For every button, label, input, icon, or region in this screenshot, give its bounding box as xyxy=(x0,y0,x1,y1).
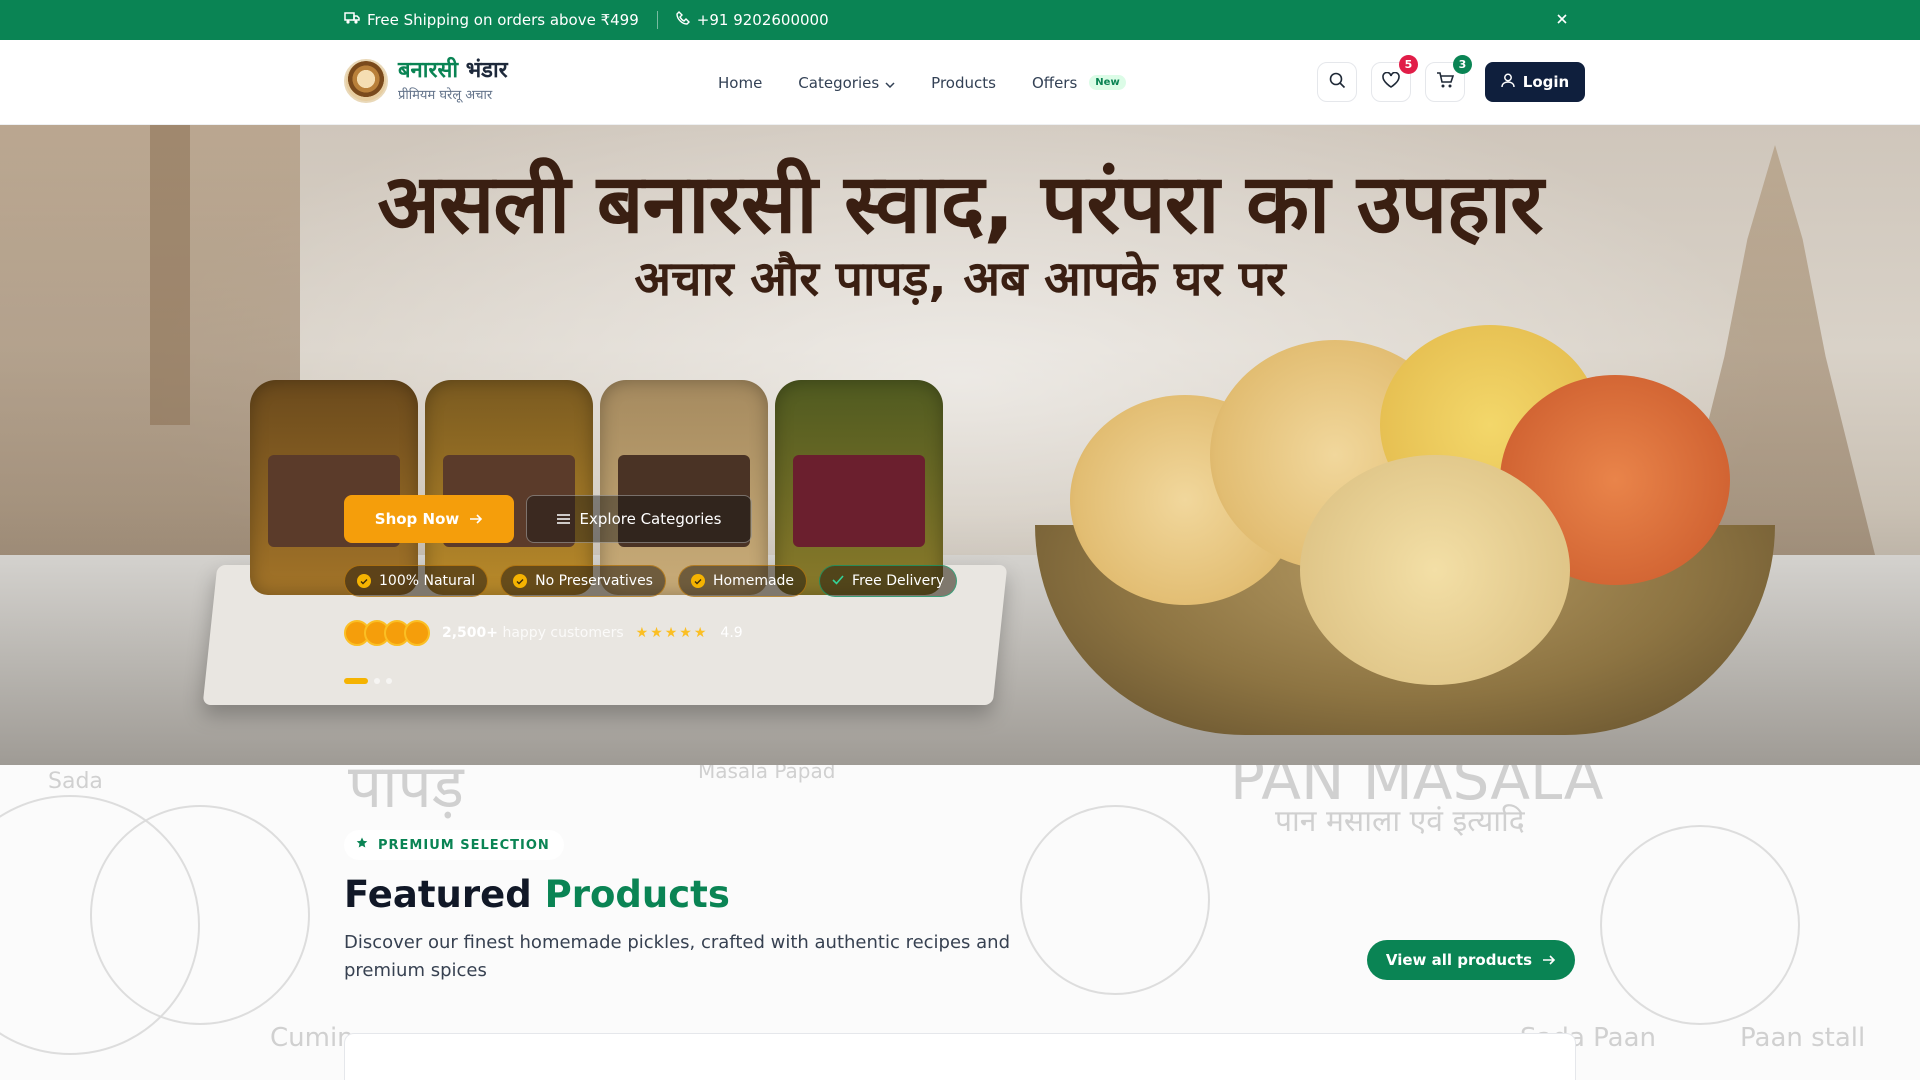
nav-products[interactable]: Products xyxy=(931,74,996,92)
section-eyebrow: PREMIUM SELECTION xyxy=(344,830,564,860)
user-icon xyxy=(1501,73,1515,92)
pickle-jar-image xyxy=(425,380,593,595)
nav-offers[interactable]: Offers New xyxy=(1032,74,1126,92)
divider xyxy=(656,11,658,29)
product-card[interactable] xyxy=(344,1033,1576,1080)
new-badge: New xyxy=(1089,75,1126,90)
hero-banner: असली बनारसी स्वाद, परंपरा का उपहार अचार … xyxy=(0,125,1920,765)
brand-logo-link[interactable]: बनारसी भंडार प्रीमियम घरेलू अचार xyxy=(344,58,508,103)
background-text: पापड़ xyxy=(348,765,464,822)
feature-badge: Free Delivery xyxy=(819,565,958,597)
pickle-jar-image xyxy=(775,380,943,595)
cart-count-badge: 3 xyxy=(1453,55,1472,74)
wishlist-count-badge: 5 xyxy=(1399,55,1418,74)
check-circle-icon xyxy=(513,574,528,588)
section-title: Featured Products xyxy=(344,873,730,916)
carousel-dot[interactable] xyxy=(344,678,368,684)
carousel-dots xyxy=(344,678,392,684)
main-nav: Home Categories Products Offers New xyxy=(718,40,1126,125)
login-button[interactable]: Login xyxy=(1485,62,1585,102)
featured-products-section: Sada पापड़ Masala Papad PAN MASALA पान म… xyxy=(0,765,1920,1080)
arrow-right-icon xyxy=(1542,951,1556,969)
feature-badges: 100% Natural No Preservatives Homemade F… xyxy=(344,565,958,597)
shop-now-button[interactable]: Shop Now xyxy=(344,495,514,543)
feature-badge: Homemade xyxy=(677,565,808,597)
phone-number: +91 9202600000 xyxy=(696,11,829,29)
rating-value: 4.9 xyxy=(720,625,743,641)
background-text: पान मसाला एवं इत्यादि xyxy=(1275,804,1525,839)
hero-cta-group: Shop Now Explore Categories xyxy=(344,495,752,543)
view-all-products-button[interactable]: View all products xyxy=(1367,940,1575,980)
customer-avatars xyxy=(344,620,430,646)
site-header: बनारसी भंडार प्रीमियम घरेलू अचार Home Ca… xyxy=(0,40,1920,125)
phone-icon xyxy=(676,11,690,29)
background-text: Masala Papad xyxy=(698,765,836,783)
pickle-jar-image xyxy=(250,380,418,595)
section-description: Discover our finest homemade pickles, cr… xyxy=(344,932,1011,981)
brand-name: बनारसी भंडार xyxy=(398,57,508,83)
star-icon xyxy=(356,837,368,853)
chevron-down-icon xyxy=(885,74,895,92)
check-icon xyxy=(832,573,844,589)
feature-badge: 100% Natural xyxy=(344,565,489,597)
nav-home[interactable]: Home xyxy=(718,74,762,92)
cart-icon xyxy=(1436,71,1455,93)
phone-info[interactable]: +91 9202600000 xyxy=(676,11,829,29)
brand-tagline: प्रीमियम घरेलू अचार xyxy=(398,88,493,103)
papad-image xyxy=(1300,455,1570,685)
announcement-bar: Free Shipping on orders above ₹499 +91 9… xyxy=(0,0,1920,40)
menu-icon xyxy=(556,510,570,528)
shipping-text: Free Shipping on orders above ₹499 xyxy=(367,11,639,29)
wishlist-button[interactable]: 5 xyxy=(1371,55,1418,102)
check-circle-icon xyxy=(690,574,705,588)
rating-stars: ★★★★★ xyxy=(635,625,709,641)
cart-button[interactable]: 3 xyxy=(1425,55,1472,102)
close-announcement-button[interactable] xyxy=(1552,10,1572,30)
hero-subheadline: अचार और पापड़, अब आपके घर पर xyxy=(634,251,1286,307)
search-button[interactable] xyxy=(1317,62,1357,102)
close-icon xyxy=(1556,11,1568,29)
explore-categories-button[interactable]: Explore Categories xyxy=(526,495,752,543)
pickle-jar-image xyxy=(600,380,768,595)
truck-icon xyxy=(344,11,360,29)
customers-count-text: 2,500+ happy customers xyxy=(442,625,624,641)
hero-headline: असली बनारसी स्वाद, परंपरा का उपहार xyxy=(377,157,1543,252)
header-actions: 5 3 Login xyxy=(1317,55,1585,102)
brand-logo xyxy=(344,58,388,103)
carousel-dot[interactable] xyxy=(374,678,380,684)
background-text: Cumin xyxy=(270,1023,354,1053)
check-circle-icon xyxy=(357,574,371,588)
feature-badge: No Preservatives xyxy=(500,565,666,597)
search-icon xyxy=(1329,72,1346,93)
arrow-right-icon xyxy=(469,510,483,528)
background-text: Paan stall xyxy=(1740,1023,1866,1053)
nav-categories[interactable]: Categories xyxy=(798,74,895,92)
social-proof: 2,500+ happy customers ★★★★★ 4.9 xyxy=(344,620,743,646)
heart-icon xyxy=(1382,71,1400,92)
background-text: Sada xyxy=(48,769,103,794)
carousel-dot[interactable] xyxy=(386,678,392,684)
shipping-info: Free Shipping on orders above ₹499 xyxy=(344,11,639,29)
avatar xyxy=(404,620,430,646)
